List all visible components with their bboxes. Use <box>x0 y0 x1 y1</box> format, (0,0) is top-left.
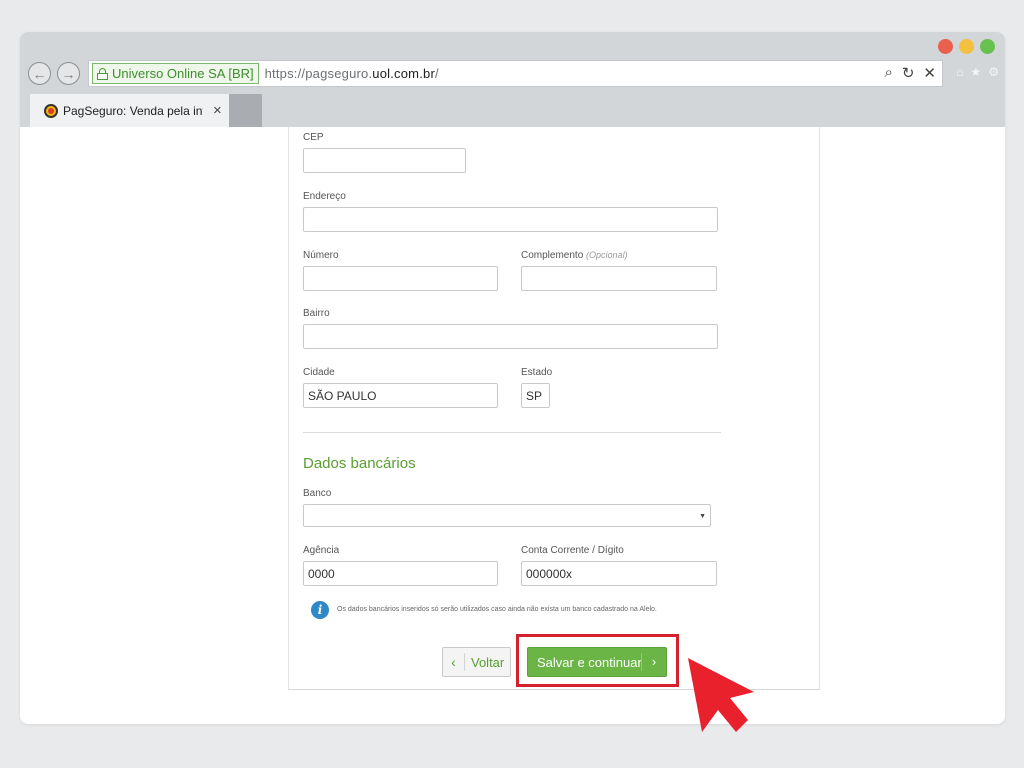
forward-button[interactable]: → <box>57 62 80 85</box>
stop-icon[interactable]: ✕ <box>923 64 936 82</box>
endereco-label: Endereço <box>303 191 346 202</box>
cep-field[interactable] <box>303 148 466 173</box>
complemento-label-text: Complemento <box>521 250 584 261</box>
back-button-label: Voltar <box>471 654 505 670</box>
optional-hint: (Opcional) <box>586 250 628 260</box>
refresh-icon[interactable]: ↻ <box>902 64 915 82</box>
numero-label: Número <box>303 250 339 261</box>
arrow-right-icon: → <box>61 65 76 82</box>
lock-icon <box>97 67 108 80</box>
browser-window: ← → Universo Online SA [BR] https://pags… <box>20 32 1005 724</box>
bairro-field[interactable] <box>303 324 718 349</box>
chevron-right-icon: › <box>641 653 666 671</box>
address-tools: ⌕ ↻ ✕ <box>884 64 936 82</box>
browser-toolbar-icons: ⌂ ★ ⚙ <box>956 65 999 79</box>
search-icon[interactable]: ⌕ <box>884 64 892 82</box>
home-icon[interactable]: ⌂ <box>956 65 963 79</box>
complemento-field[interactable] <box>521 266 717 291</box>
dropdown-arrow-icon: ▼ <box>699 513 706 520</box>
ssl-label: Universo Online SA [BR] <box>112 66 254 81</box>
star-icon[interactable]: ★ <box>970 65 981 79</box>
form-card: CEP Endereço Número Complemento (Opciona… <box>288 127 820 690</box>
bairro-label: Bairro <box>303 308 330 319</box>
estado-field[interactable] <box>521 383 550 408</box>
cidade-label: Cidade <box>303 367 335 378</box>
address-bar[interactable]: Universo Online SA [BR] https://pagsegur… <box>88 60 943 87</box>
back-button[interactable]: ← <box>28 62 51 85</box>
info-text: Os dados bancários inseridos só serão ut… <box>337 606 657 613</box>
save-button-label: Salvar e continuar <box>537 654 642 670</box>
ssl-badge[interactable]: Universo Online SA [BR] <box>92 63 259 84</box>
gear-icon[interactable]: ⚙ <box>988 65 999 79</box>
close-window-button[interactable] <box>938 39 953 54</box>
window-controls <box>938 39 995 54</box>
tab-title: PagSeguro: Venda pela internet <box>63 103 203 118</box>
arrow-left-icon: ← <box>32 65 47 82</box>
conta-label: Conta Corrente / Dígito <box>521 545 624 556</box>
url-domain: uol.com.br <box>372 66 435 81</box>
browser-chrome: ← → Universo Online SA [BR] https://pags… <box>20 32 1005 127</box>
back-form-button[interactable]: ‹ Voltar <box>442 647 511 677</box>
pointer-arrow-icon <box>688 658 754 732</box>
banco-label: Banco <box>303 488 332 499</box>
minimize-window-button[interactable] <box>959 39 974 54</box>
info-icon: i <box>311 601 329 619</box>
new-tab-button[interactable] <box>229 94 262 127</box>
url-suffix: / <box>435 66 439 81</box>
cidade-field[interactable] <box>303 383 498 408</box>
chevron-left-icon: ‹ <box>443 653 465 671</box>
browser-tab[interactable]: PagSeguro: Venda pela internet × <box>30 94 229 127</box>
maximize-window-button[interactable] <box>980 39 995 54</box>
tab-close-icon[interactable]: × <box>213 102 222 119</box>
cep-label: CEP <box>303 132 324 143</box>
estado-label: Estado <box>521 367 553 378</box>
pagseguro-favicon-icon <box>44 103 58 118</box>
url-prefix: https://pagseguro. <box>264 66 373 81</box>
endereco-field[interactable] <box>303 207 718 232</box>
section-divider <box>303 432 721 433</box>
numero-field[interactable] <box>303 266 498 291</box>
bank-section-title: Dados bancários <box>303 455 416 472</box>
agencia-label: Agência <box>303 545 340 556</box>
banco-select[interactable]: ▼ <box>303 504 711 527</box>
complemento-label: Complemento (Opcional) <box>521 250 628 261</box>
agencia-field[interactable] <box>303 561 498 586</box>
conta-field[interactable] <box>521 561 717 586</box>
save-continue-button[interactable]: Salvar e continuar › <box>527 647 667 677</box>
url-text[interactable]: https://pagseguro.uol.com.br/ <box>265 66 439 81</box>
